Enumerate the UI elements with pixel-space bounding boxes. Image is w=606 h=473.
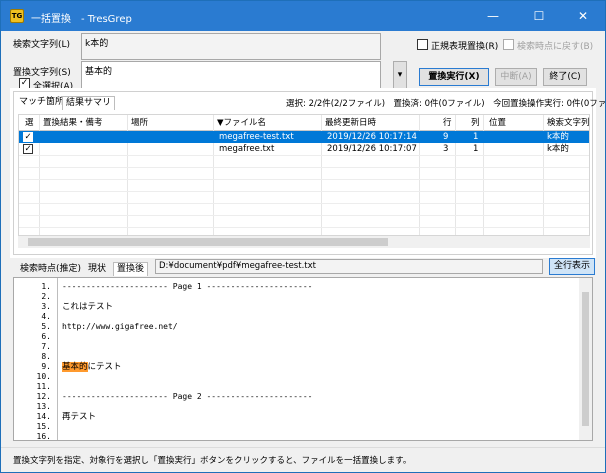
line-text: ---------------------- Page 2 ----------… bbox=[62, 392, 313, 401]
file-path-field[interactable]: D:¥document¥pdf¥megafree-test.txt bbox=[155, 259, 543, 274]
line-number: 7. bbox=[41, 342, 51, 351]
results-panel: マッチ箇所 結果サマリ 選択: 2/2件(2/2ファイル) 置換済: 0件(0フ… bbox=[13, 91, 606, 255]
tab-current[interactable]: 現状 bbox=[85, 263, 109, 277]
line-number: 4. bbox=[41, 312, 51, 321]
row-modified: 2019/12/26 10:17:14 bbox=[327, 132, 417, 142]
tab-before[interactable]: 検索時点(推定) bbox=[17, 263, 84, 277]
line-number: 3. bbox=[41, 302, 51, 311]
line-number: 2. bbox=[41, 292, 51, 301]
header-filename[interactable]: ▼ファイル名 bbox=[217, 117, 266, 129]
header-modified[interactable]: 最終更新日時 bbox=[325, 117, 376, 129]
title-bar[interactable]: TG 一括置換 - TresGrep — ☐ ✕ bbox=[1, 1, 605, 31]
line-number: 1. bbox=[41, 282, 51, 291]
row-modified: 2019/12/26 10:17:07 bbox=[327, 144, 417, 154]
header-line[interactable]: 行 bbox=[443, 117, 452, 129]
row-column: 1 bbox=[473, 144, 479, 154]
search-string-label: 検索文字列(L) bbox=[13, 40, 71, 50]
selection-status: 選択: 2/2件(2/2ファイル) 置換済: 0件(0ファイル) 今回置換操作実… bbox=[286, 99, 606, 109]
window-title: 一括置換 - TresGrep bbox=[31, 14, 132, 25]
line-text: http://www.gigafree.net/ bbox=[62, 322, 178, 331]
editor-vertical-scrollbar[interactable] bbox=[579, 278, 592, 440]
row-line: 3 bbox=[443, 144, 449, 154]
header-result[interactable]: 置換結果・備考 bbox=[43, 117, 103, 129]
app-logo-icon: TG bbox=[10, 9, 24, 23]
row-checkbox[interactable]: ✓ bbox=[23, 132, 33, 142]
header-select[interactable]: 選 bbox=[25, 117, 34, 129]
table-row[interactable]: ✓ megafree-test.txt 2019/12/26 10:17:14 … bbox=[19, 131, 589, 143]
line-number: 14. bbox=[36, 412, 51, 421]
line-number: 5. bbox=[41, 322, 51, 331]
row-checkbox[interactable]: ✓ bbox=[23, 144, 33, 154]
line-number: 6. bbox=[41, 332, 51, 341]
select-all-checkbox[interactable]: ✓ bbox=[19, 78, 30, 89]
row-column: 1 bbox=[473, 132, 479, 142]
line-number: 8. bbox=[41, 352, 51, 361]
revert-checkbox[interactable] bbox=[503, 39, 514, 50]
table-header: 選 置換結果・備考 場所 ▼ファイル名 最終更新日時 行 列 位置 検索文字列 bbox=[19, 115, 589, 131]
line-number: 12. bbox=[36, 392, 51, 401]
row-line: 9 bbox=[443, 132, 449, 142]
regex-replace-checkbox[interactable] bbox=[417, 39, 428, 50]
line-number: 15. bbox=[36, 422, 51, 431]
line-number: 9. bbox=[41, 362, 51, 371]
row-search-string: k本的 bbox=[547, 132, 569, 142]
header-column[interactable]: 列 bbox=[471, 117, 480, 129]
replace-string-label: 置換文字列(S) bbox=[13, 68, 71, 78]
line-number: 10. bbox=[36, 372, 51, 381]
execute-replace-button[interactable]: 置換実行(X) bbox=[419, 68, 489, 86]
minimize-button[interactable]: — bbox=[471, 1, 515, 31]
replace-history-dropdown[interactable]: ▾ bbox=[393, 61, 407, 89]
header-place[interactable]: 場所 bbox=[131, 117, 148, 129]
row-filename: megafree.txt bbox=[219, 144, 275, 154]
maximize-button[interactable]: ☐ bbox=[517, 1, 561, 31]
table-row[interactable]: ✓ megafree.txt 2019/12/26 10:17:07 3 1 k… bbox=[19, 143, 589, 155]
preview-editor[interactable]: 1. ---------------------- Page 1 -------… bbox=[13, 277, 593, 441]
line-text: これはテスト bbox=[62, 302, 114, 312]
replaced-match: 基本的 bbox=[62, 362, 88, 372]
revert-label: 検索時点に戻す(B) bbox=[517, 42, 594, 52]
line-text: 基本的にテスト bbox=[62, 362, 122, 372]
abort-button[interactable]: 中断(A) bbox=[495, 68, 537, 86]
tab-summary[interactable]: 結果サマリ bbox=[62, 96, 116, 110]
close-window-button[interactable]: ✕ bbox=[561, 1, 605, 31]
exit-button[interactable]: 終了(C) bbox=[543, 68, 587, 86]
tab-matches[interactable]: マッチ箇所 bbox=[16, 96, 67, 110]
replace-string-input[interactable]: 基本的 bbox=[81, 61, 381, 89]
tab-after[interactable]: 置換後 bbox=[113, 262, 149, 276]
header-search-string[interactable]: 検索文字列 bbox=[547, 117, 589, 129]
table-scroll-thumb[interactable] bbox=[28, 238, 388, 246]
line-number: 13. bbox=[36, 402, 51, 411]
line-number: 11. bbox=[36, 382, 51, 391]
status-message: 置換文字列を指定、対象行を選択し「置換実行」ボタンをクリックすると、ファイルを一… bbox=[13, 456, 412, 466]
show-all-lines-button[interactable]: 全行表示 bbox=[549, 258, 595, 275]
line-text: ---------------------- Page 1 ----------… bbox=[62, 282, 313, 291]
search-string-field[interactable]: k本的 bbox=[81, 33, 381, 60]
header-position[interactable]: 位置 bbox=[489, 117, 506, 129]
status-bar: 置換文字列を指定、対象行を選択し「置換実行」ボタンをクリックすると、ファイルを一… bbox=[1, 447, 605, 472]
line-number: 16. bbox=[36, 432, 51, 441]
editor-scroll-thumb[interactable] bbox=[582, 292, 589, 426]
table-horizontal-scrollbar[interactable] bbox=[18, 236, 590, 248]
line-text-rest: にテスト bbox=[87, 362, 122, 372]
results-table: 選 置換結果・備考 場所 ▼ファイル名 最終更新日時 行 列 位置 検索文字列 bbox=[18, 114, 590, 236]
replace-window: TG 一括置換 - TresGrep — ☐ ✕ 検索文字列(L) k本的 置換… bbox=[0, 0, 606, 473]
row-filename: megafree-test.txt bbox=[219, 132, 294, 142]
line-text: 再テスト bbox=[62, 412, 97, 422]
regex-replace-label: 正規表現置換(R) bbox=[431, 42, 499, 52]
row-search-string: k本的 bbox=[547, 144, 569, 154]
